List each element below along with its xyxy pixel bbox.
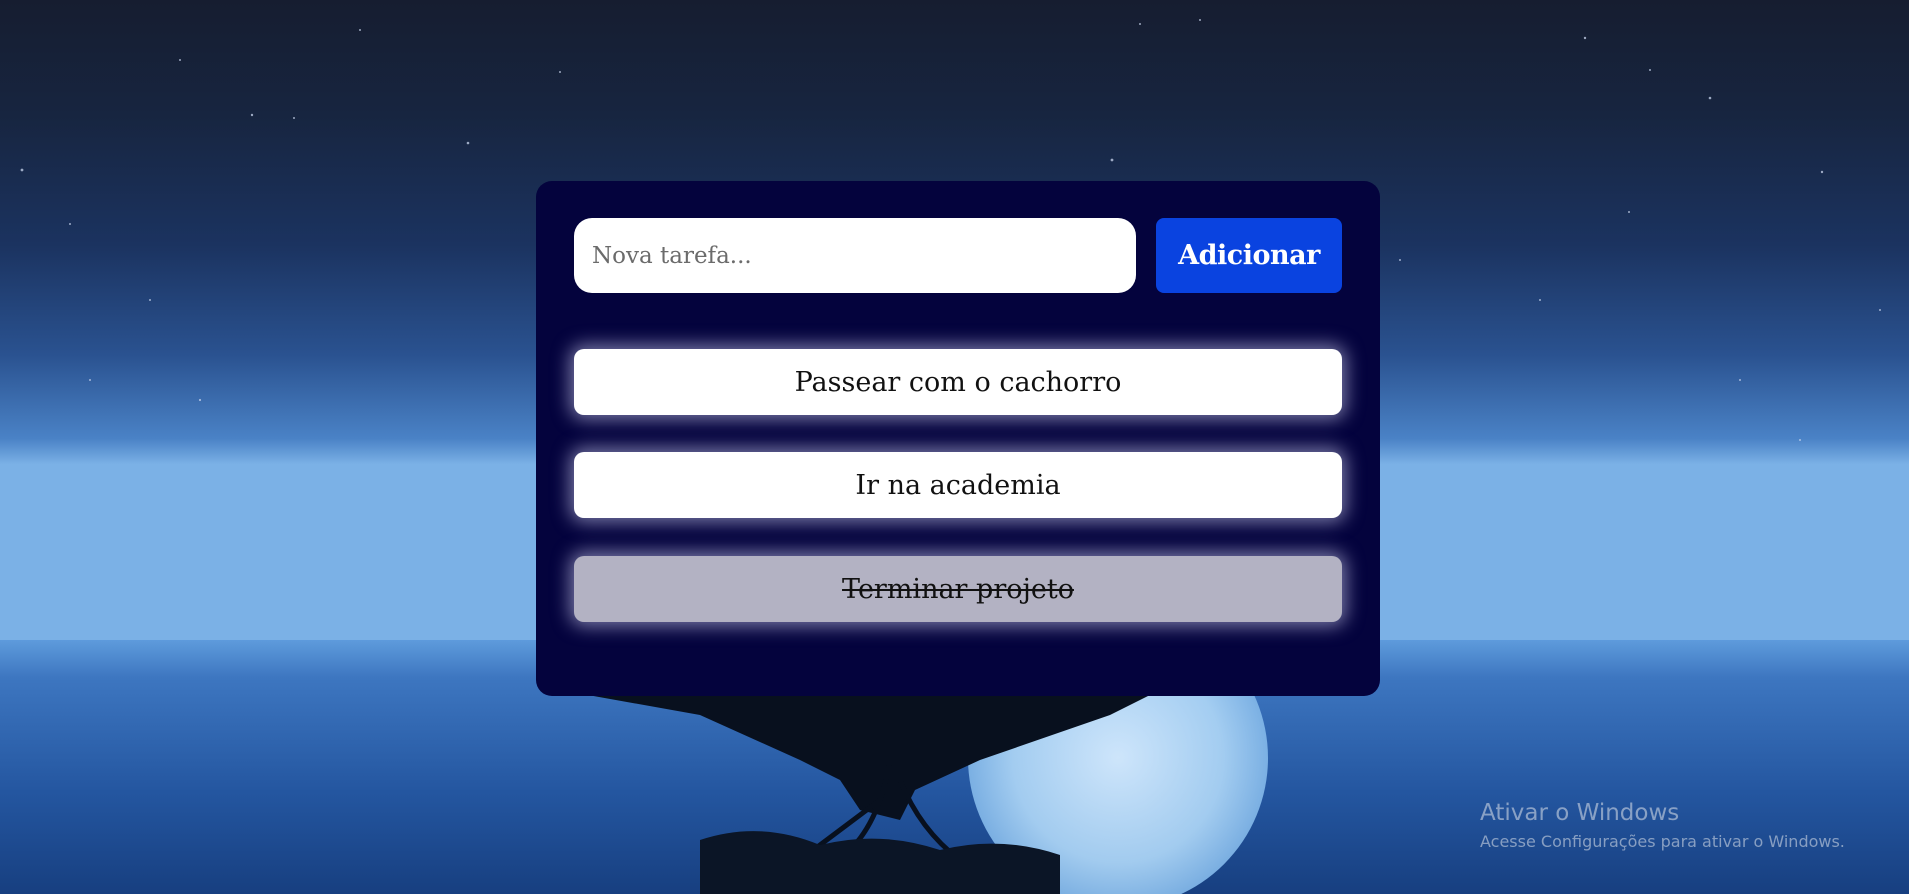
new-task-input[interactable] — [574, 218, 1136, 293]
task-item[interactable]: Ir na academia — [574, 452, 1342, 518]
task-label: Passear com o cachorro — [794, 366, 1122, 398]
task-label: Terminar projeto — [842, 573, 1074, 605]
watermark-subtitle: Acesse Configurações para ativar o Windo… — [1480, 832, 1845, 851]
add-task-button[interactable]: Adicionar — [1156, 218, 1342, 293]
watermark-title: Ativar o Windows — [1480, 800, 1680, 826]
todo-card: Adicionar Passear com o cachorro Ir na a… — [536, 181, 1380, 696]
task-item[interactable]: Passear com o cachorro — [574, 349, 1342, 415]
task-item-completed[interactable]: Terminar projeto — [574, 556, 1342, 622]
windows-activation-watermark: Ativar o Windows Acesse Configurações pa… — [1480, 800, 1845, 851]
task-label: Ir na academia — [855, 469, 1061, 501]
